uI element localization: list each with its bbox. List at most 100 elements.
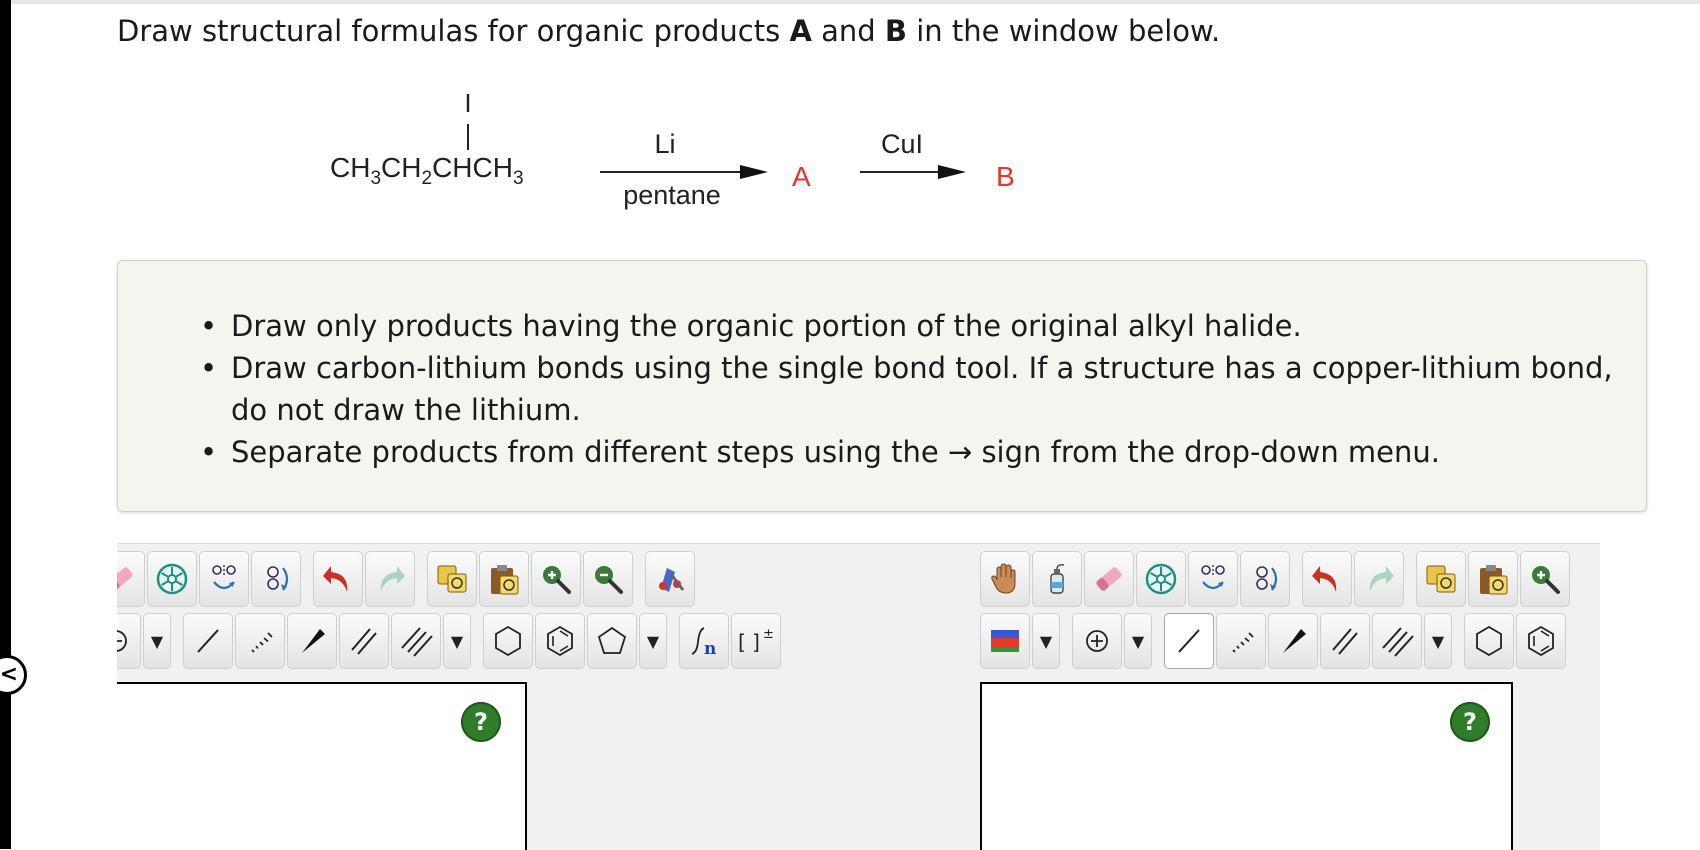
copy-icon bbox=[1426, 565, 1456, 593]
color-fill-icon bbox=[991, 630, 1019, 652]
label-a: A bbox=[789, 14, 812, 48]
iodine-substituent: I bbox=[464, 88, 471, 118]
single-bond-button[interactable] bbox=[183, 613, 233, 669]
reagent-li: Li bbox=[654, 129, 675, 159]
sgroup-button[interactable]: n bbox=[679, 613, 729, 669]
charge-button[interactable] bbox=[117, 613, 141, 669]
drawing-canvas-right[interactable]: ? bbox=[980, 682, 1513, 850]
undo-button[interactable] bbox=[313, 551, 363, 607]
charge-dropdown[interactable]: ▼ bbox=[1124, 613, 1152, 669]
eraser-button[interactable] bbox=[1084, 551, 1134, 607]
hand-icon bbox=[991, 563, 1016, 594]
ring-template-icon bbox=[156, 563, 188, 595]
triple-bond-button[interactable] bbox=[391, 613, 441, 669]
sketcher-left: ▼ ▼ ▼ n [ ] ± ? bbox=[117, 543, 979, 850]
ring-template-icon bbox=[1145, 563, 1177, 595]
paste-button[interactable] bbox=[1468, 551, 1518, 607]
eraser-icon bbox=[1096, 567, 1122, 591]
double-bond-icon bbox=[1332, 628, 1358, 655]
toolbar-row-2: ▼ ▼ ▼ bbox=[980, 610, 1568, 672]
dropdown-arrow-icon: ▼ bbox=[450, 631, 464, 651]
dropdown-arrow-icon: ▼ bbox=[1039, 631, 1053, 651]
toolbar-row-1 bbox=[117, 548, 697, 610]
bracket-button[interactable]: [ ] ± bbox=[731, 613, 781, 669]
redo-button[interactable] bbox=[1354, 551, 1404, 607]
svg-text:n: n bbox=[704, 639, 716, 658]
charge-plus-icon bbox=[1086, 630, 1108, 652]
top-divider bbox=[11, 0, 1700, 4]
copy-button[interactable] bbox=[1416, 551, 1466, 607]
left-rail bbox=[0, 0, 11, 849]
solvent-pentane: pentane bbox=[623, 180, 721, 210]
cyclopentane-button[interactable] bbox=[587, 613, 637, 669]
color-dropdown[interactable]: ▼ bbox=[1032, 613, 1060, 669]
single-bond-icon bbox=[197, 629, 219, 653]
copy-icon bbox=[437, 565, 467, 593]
ring-template-button[interactable] bbox=[147, 551, 197, 607]
benzene-button[interactable] bbox=[1516, 613, 1566, 669]
paste-button[interactable] bbox=[479, 551, 529, 607]
lasso-button[interactable] bbox=[1032, 551, 1082, 607]
double-bond-button[interactable] bbox=[339, 613, 389, 669]
charge-dropdown[interactable]: ▼ bbox=[143, 613, 171, 669]
hand-button[interactable] bbox=[980, 551, 1030, 607]
ring-template-button[interactable] bbox=[1136, 551, 1186, 607]
benzene-icon bbox=[547, 625, 573, 657]
clean-structure-button[interactable] bbox=[645, 551, 695, 607]
redo-button[interactable] bbox=[365, 551, 415, 607]
benzene-button[interactable] bbox=[535, 613, 585, 669]
flip-horizontal-icon bbox=[212, 565, 236, 590]
label-b: B bbox=[884, 14, 908, 48]
solid-wedge-button[interactable] bbox=[287, 613, 337, 669]
single-bond-icon bbox=[1178, 629, 1200, 653]
zoom-in-button[interactable] bbox=[1520, 551, 1570, 607]
solid-wedge-bond-icon bbox=[302, 629, 325, 653]
flip-button[interactable] bbox=[1188, 551, 1238, 607]
bond-dropdown[interactable]: ▼ bbox=[1424, 613, 1452, 669]
cyclohexane-button[interactable] bbox=[483, 613, 533, 669]
undo-button[interactable] bbox=[1302, 551, 1352, 607]
eraser-button[interactable] bbox=[117, 551, 145, 607]
single-bond-button[interactable] bbox=[1164, 613, 1214, 669]
hashed-wedge-button[interactable] bbox=[235, 613, 285, 669]
zoom-in-button[interactable] bbox=[531, 551, 581, 607]
instruction-item: Separate products from different steps u… bbox=[200, 431, 1620, 473]
zoom-in-icon bbox=[1532, 566, 1560, 594]
charge-button[interactable] bbox=[1072, 613, 1122, 669]
double-bond-button[interactable] bbox=[1320, 613, 1370, 669]
copy-button[interactable] bbox=[427, 551, 477, 607]
flip-button[interactable] bbox=[199, 551, 249, 607]
redo-icon bbox=[380, 566, 405, 592]
charge-plus-icon bbox=[117, 630, 127, 652]
bond-dropdown[interactable]: ▼ bbox=[443, 613, 471, 669]
triple-bond-icon bbox=[1382, 627, 1414, 657]
arrow-head-icon bbox=[938, 165, 966, 179]
bracket-charge-icon: [ ] ± bbox=[738, 627, 774, 654]
rotate-button[interactable] bbox=[1240, 551, 1290, 607]
collapse-panel-button[interactable]: < bbox=[0, 655, 27, 695]
instructions-list: Draw only products having the organic po… bbox=[200, 305, 1620, 473]
color-button[interactable] bbox=[980, 613, 1030, 669]
hashed-wedge-button[interactable] bbox=[1216, 613, 1266, 669]
ring-dropdown[interactable]: ▼ bbox=[639, 613, 667, 669]
zoom-out-button[interactable] bbox=[583, 551, 633, 607]
hexagon-icon bbox=[1476, 625, 1502, 657]
drawing-canvas-left[interactable]: ? bbox=[117, 682, 527, 850]
help-button[interactable]: ? bbox=[461, 702, 501, 742]
clean-structure-icon bbox=[659, 568, 685, 592]
reaction-scheme-graphic: I CH3CH2CHCH3 Li pentane A CuI B bbox=[330, 88, 1015, 210]
instruction-item: Draw carbon-lithium bonds using the sing… bbox=[200, 347, 1620, 431]
triple-bond-button[interactable] bbox=[1372, 613, 1422, 669]
solid-wedge-button[interactable] bbox=[1268, 613, 1318, 669]
eraser-icon bbox=[117, 567, 133, 591]
double-bond-icon bbox=[351, 628, 377, 655]
dropdown-arrow-icon: ▼ bbox=[1131, 631, 1145, 651]
chevron-left-icon: < bbox=[0, 662, 18, 687]
cyclohexane-button[interactable] bbox=[1464, 613, 1514, 669]
help-button[interactable]: ? bbox=[1450, 702, 1490, 742]
arrow-head-icon bbox=[740, 165, 768, 179]
pentagon-icon bbox=[597, 626, 627, 654]
hashed-wedge-bond-icon bbox=[251, 632, 273, 653]
toolbar-row-1 bbox=[980, 548, 1572, 610]
rotate-button[interactable] bbox=[251, 551, 301, 607]
